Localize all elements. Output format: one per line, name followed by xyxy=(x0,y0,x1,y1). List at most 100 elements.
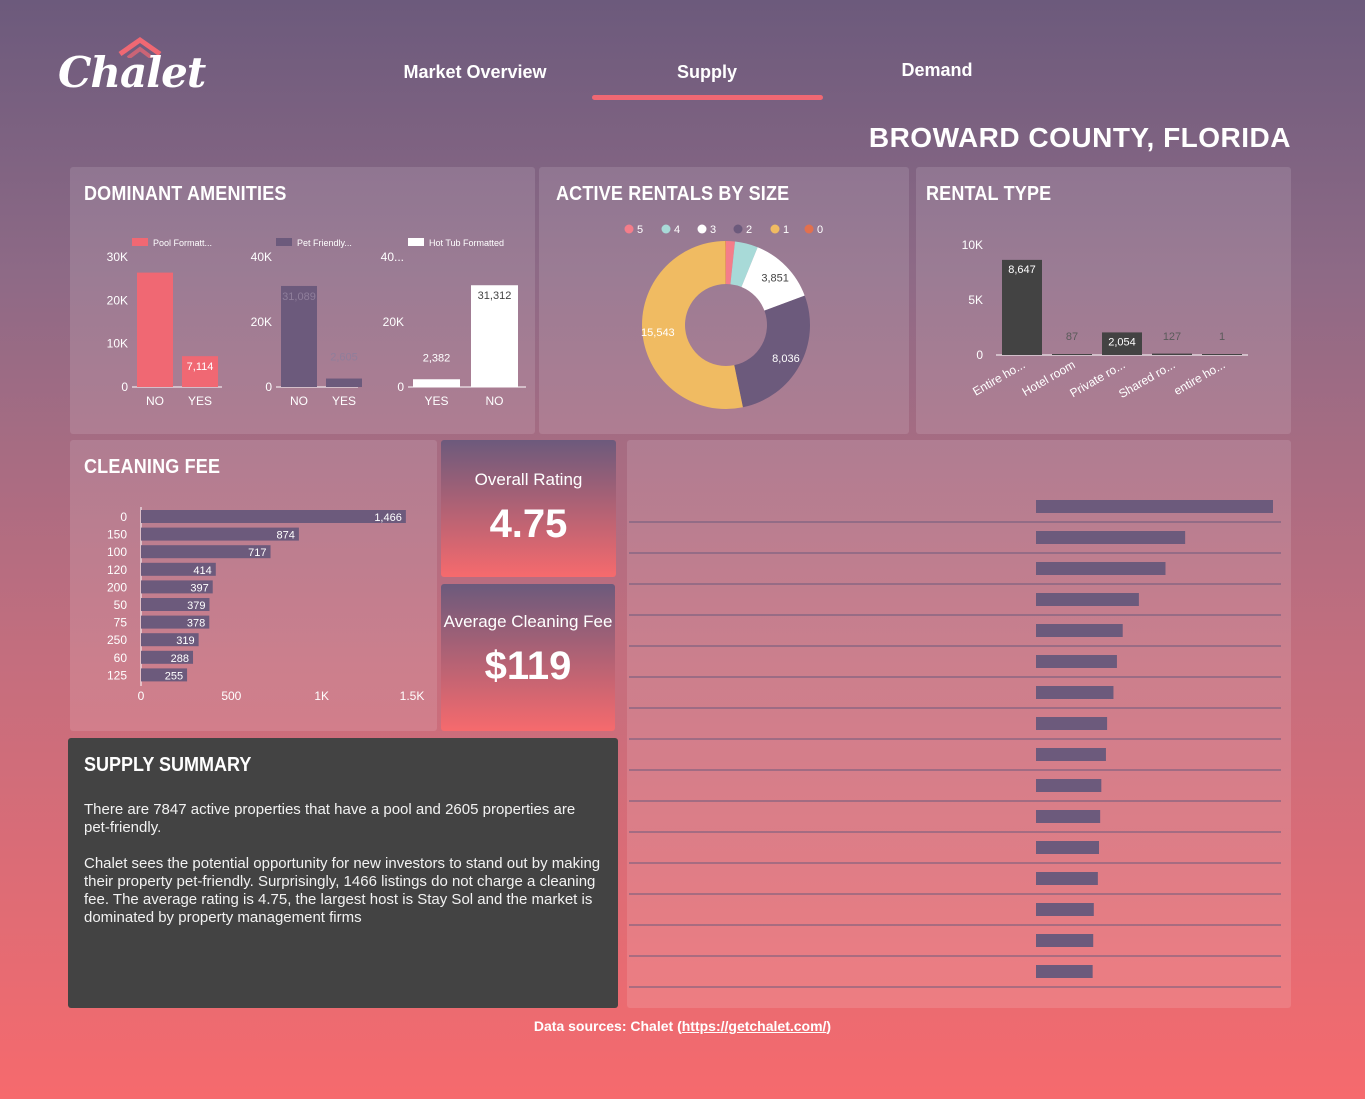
fee-y-label: 150 xyxy=(107,528,127,542)
donut-legend-label: 3 xyxy=(710,224,716,236)
fee-bar xyxy=(141,510,406,523)
donut-legend-label: 4 xyxy=(674,224,680,236)
amenity-x-label: NO xyxy=(486,394,504,408)
host-bar xyxy=(1036,810,1101,823)
overall-rating-label: Overall Rating xyxy=(474,470,583,489)
fee-x-tick: 1K xyxy=(314,689,329,703)
fee-y-label: 250 xyxy=(107,633,127,647)
rental-type-card: RENTAL TYPE 10K 5K 0 8,647 Entire ho... 87 Hot… xyxy=(916,167,1291,434)
fee-data-label: 414 xyxy=(193,565,211,577)
donut-data-label: 8,036 xyxy=(772,353,800,365)
fee-x-tick: 1.5K xyxy=(400,689,425,703)
rental-x-label: entire ho... xyxy=(1171,357,1227,397)
rental-bar xyxy=(1152,353,1192,355)
rental-type-chart: 10K 5K 0 8,647 Entire ho... 87 Hotel room 2,054… xyxy=(962,238,1248,401)
rentals-size-donut: 5 4 3 2 1 0 3,851 8,036 15,543 xyxy=(624,224,823,409)
amenity-legend-swatch xyxy=(276,238,292,246)
fee-y-label: 125 xyxy=(107,668,127,682)
amenity-y-tick: 10K xyxy=(107,337,128,351)
amenity-data-label: 2,382 xyxy=(423,352,451,364)
fee-x-tick: 500 xyxy=(221,689,241,703)
donut-legend-dot xyxy=(804,224,814,234)
amenity-y-tick: 0 xyxy=(121,380,128,394)
rental-data-label: 87 xyxy=(1066,331,1078,343)
amenity-y-tick: 20K xyxy=(251,315,272,329)
avg-cleaning-fee-value: $119 xyxy=(484,644,572,688)
avg-cleaning-fee-label: Average Cleaning Fee xyxy=(443,612,613,631)
host-bar xyxy=(1036,500,1273,513)
tab-market-overview[interactable]: Market Overview xyxy=(360,62,590,83)
host-bar xyxy=(1036,686,1114,699)
fee-y-label: 50 xyxy=(114,598,128,612)
amenity-legend-swatch xyxy=(132,238,148,246)
host-bar xyxy=(1036,841,1100,854)
amenity-bar xyxy=(137,272,173,387)
overall-rating-value: 4.75 xyxy=(489,502,568,546)
dominant-amenities-card: DOMINANT AMENITIES Pool Formatt... 30K 20K… xyxy=(70,167,535,434)
fee-data-label: 378 xyxy=(187,618,205,630)
chalet-link[interactable]: https://getchalet.com/ xyxy=(682,1018,827,1034)
amenity-data-label: 2,605 xyxy=(330,352,358,364)
tab-supply[interactable]: Supply xyxy=(592,62,822,83)
cleaning-fee-chart: 0 1,466 150 874 100 717 120 414 200 397 50 379 75 378… xyxy=(107,507,425,703)
chalet-logo[interactable]: Chalet xyxy=(58,36,206,98)
amenities-chart: Pool Formatt... 30K 20K 10K 0 NO YES 7,114 Pet F… xyxy=(107,238,526,408)
rental-x-label: Entire ho... xyxy=(970,357,1027,398)
footer-suffix: ) xyxy=(826,1018,832,1034)
amenity-y-tick: 20K xyxy=(383,315,404,329)
fee-y-label: 0 xyxy=(120,510,127,524)
fee-data-label: 717 xyxy=(248,547,266,559)
rental-data-label: 8,647 xyxy=(1008,264,1036,276)
fee-y-label: 75 xyxy=(114,616,128,630)
supply-summary-card: SUPPLY SUMMARY There are 7847 active pro… xyxy=(68,738,618,1008)
donut-data-label: 15,543 xyxy=(641,327,675,339)
fee-y-label: 60 xyxy=(114,651,128,665)
amenity-y-tick: 0 xyxy=(265,380,272,394)
donut-legend-label: 2 xyxy=(746,224,752,236)
host-bar xyxy=(1036,779,1102,792)
host-bar xyxy=(1036,872,1098,885)
rental-data-label: 127 xyxy=(1163,331,1181,343)
host-bar xyxy=(1036,903,1094,916)
cleaning-fee-card: CLEANING FEE 0 1,466 150 874 100 717 120 414 200… xyxy=(70,440,437,731)
fee-y-label: 100 xyxy=(107,545,127,559)
host-bar xyxy=(1036,934,1094,947)
fee-data-label: 255 xyxy=(165,670,183,682)
amenity-y-tick: 30K xyxy=(107,250,128,264)
summary-paragraph-1: There are 7847 active properties that ha… xyxy=(84,801,576,836)
amenity-legend-label: Pet Friendly... xyxy=(297,238,352,248)
host-bar xyxy=(1036,717,1108,730)
amenity-y-tick: 20K xyxy=(107,293,128,307)
rental-y-tick: 0 xyxy=(976,348,983,362)
amenity-data-label: 31,312 xyxy=(478,290,512,302)
donut-legend-label: 1 xyxy=(783,224,789,236)
host-bar xyxy=(1036,965,1093,978)
fee-data-label: 397 xyxy=(190,582,208,594)
fee-data-label: 288 xyxy=(171,653,189,665)
amenity-x-label: NO xyxy=(290,394,308,408)
amenity-x-label: YES xyxy=(424,394,448,408)
rental-data-label: 1 xyxy=(1219,331,1225,343)
rental-data-label: 2,054 xyxy=(1108,336,1136,348)
host-bar xyxy=(1036,531,1186,544)
host-bar xyxy=(1036,593,1139,606)
amenity-data-label: 7,114 xyxy=(187,361,214,373)
donut-data-label: 3,851 xyxy=(761,272,789,284)
donut-legend-dot xyxy=(697,224,707,234)
host-bar xyxy=(1036,624,1123,637)
donut-legend-dot xyxy=(624,224,634,234)
rental-bar xyxy=(1202,354,1242,355)
tab-demand[interactable]: Demand xyxy=(822,60,1052,81)
fee-bar xyxy=(141,527,299,541)
amenity-x-label: NO xyxy=(146,394,164,408)
fee-data-label: 319 xyxy=(176,635,194,647)
amenity-y-tick: 0 xyxy=(397,380,404,394)
brand-name: Chalet xyxy=(58,48,206,97)
amenity-y-tick: 40... xyxy=(381,250,404,264)
host-bar-table xyxy=(629,500,1281,988)
fee-x-tick: 0 xyxy=(138,689,145,703)
fee-data-label: 379 xyxy=(187,600,205,612)
donut-legend-label: 0 xyxy=(817,224,823,236)
amenity-legend-label: Pool Formatt... xyxy=(153,238,212,248)
amenity-legend-swatch xyxy=(408,238,424,246)
